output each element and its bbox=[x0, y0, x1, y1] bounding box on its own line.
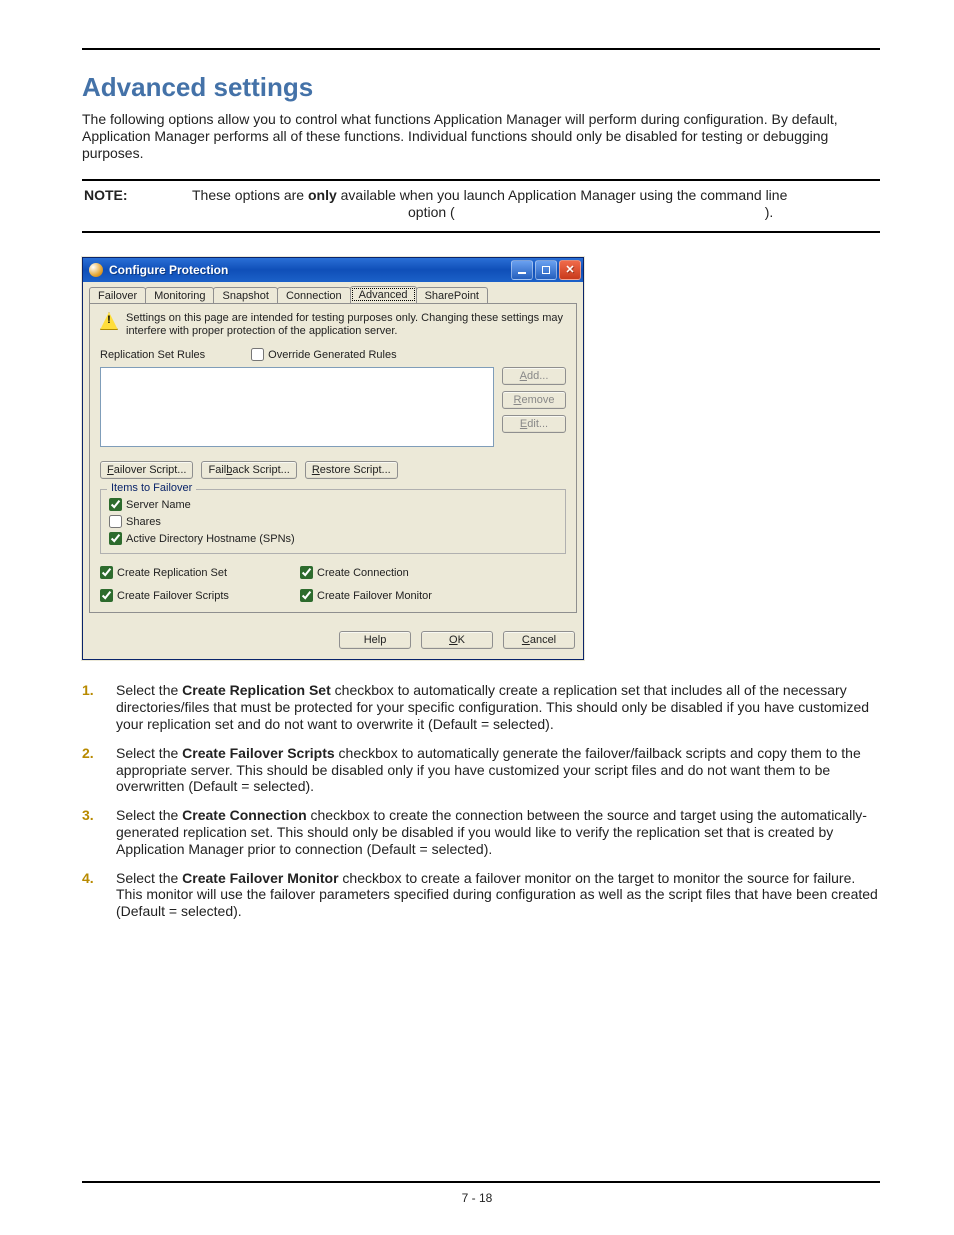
tab-failover[interactable]: Failover bbox=[89, 287, 146, 304]
create-failover-scripts-checkbox[interactable]: Create Failover Scripts bbox=[100, 589, 280, 602]
page-footer: 7 - 18 bbox=[0, 1181, 954, 1205]
tabstrip: Failover Monitoring Snapshot Connection … bbox=[83, 282, 583, 303]
override-rules-checkbox[interactable]: Override Generated Rules bbox=[251, 348, 396, 361]
step-2: Select the Create Failover Scripts check… bbox=[82, 745, 880, 795]
create-connection-checkbox[interactable]: Create Connection bbox=[300, 566, 566, 579]
server-name-input[interactable] bbox=[109, 498, 122, 511]
configure-protection-dialog: Configure Protection Failover Monitoring… bbox=[82, 257, 584, 660]
create-failover-monitor-checkbox[interactable]: Create Failover Monitor bbox=[300, 589, 566, 602]
rules-label: Replication Set Rules bbox=[100, 349, 205, 361]
instruction-list: Select the Create Replication Set checkb… bbox=[82, 682, 880, 920]
close-button[interactable] bbox=[559, 260, 581, 280]
tab-advanced[interactable]: Advanced bbox=[350, 286, 417, 303]
tab-snapshot[interactable]: Snapshot bbox=[213, 287, 277, 304]
ad-spn-checkbox[interactable]: Active Directory Hostname (SPNs) bbox=[109, 532, 557, 545]
create-failover-scripts-input[interactable] bbox=[100, 589, 113, 602]
create-replication-set-checkbox[interactable]: Create Replication Set bbox=[100, 566, 280, 579]
create-connection-input[interactable] bbox=[300, 566, 313, 579]
warning-text: Settings on this page are intended for t… bbox=[126, 312, 566, 338]
create-replication-set-input[interactable] bbox=[100, 566, 113, 579]
tab-connection[interactable]: Connection bbox=[277, 287, 351, 304]
minimize-button[interactable] bbox=[511, 260, 533, 280]
edit-button[interactable]: Edit... bbox=[502, 415, 566, 433]
tab-monitoring[interactable]: Monitoring bbox=[145, 287, 214, 304]
cancel-button[interactable]: Cancel bbox=[503, 631, 575, 649]
failover-script-button[interactable]: Failover Script... bbox=[100, 461, 193, 479]
step-4: Select the Create Failover Monitor check… bbox=[82, 870, 880, 920]
rules-listbox[interactable] bbox=[100, 367, 494, 447]
intro-paragraph: The following options allow you to contr… bbox=[82, 111, 880, 161]
add-button[interactable]: Add... bbox=[502, 367, 566, 385]
ok-button[interactable]: OK bbox=[421, 631, 493, 649]
restore-script-button[interactable]: Restore Script... bbox=[305, 461, 398, 479]
tab-sharepoint[interactable]: SharePoint bbox=[416, 287, 488, 304]
server-name-checkbox[interactable]: Server Name bbox=[109, 498, 557, 511]
ad-spn-input[interactable] bbox=[109, 532, 122, 545]
note-label: NOTE: bbox=[84, 187, 168, 221]
tab-panel: Settings on this page are intended for t… bbox=[89, 303, 577, 613]
maximize-button[interactable] bbox=[535, 260, 557, 280]
failback-script-button[interactable]: Failback Script... bbox=[201, 461, 296, 479]
page-title: Advanced settings bbox=[82, 72, 880, 103]
shares-input[interactable] bbox=[109, 515, 122, 528]
shares-checkbox[interactable]: Shares bbox=[109, 515, 557, 528]
remove-button[interactable]: Remove bbox=[502, 391, 566, 409]
step-1: Select the Create Replication Set checkb… bbox=[82, 682, 880, 732]
create-failover-monitor-input[interactable] bbox=[300, 589, 313, 602]
items-to-failover-group: Items to Failover Server Name Shares Act… bbox=[100, 489, 566, 554]
help-button[interactable]: Help bbox=[339, 631, 411, 649]
group-title: Items to Failover bbox=[107, 482, 196, 494]
note-body: These options are only available when yo… bbox=[192, 187, 878, 221]
warning-icon bbox=[100, 312, 118, 330]
step-3: Select the Create Connection checkbox to… bbox=[82, 807, 880, 857]
app-icon bbox=[89, 263, 103, 277]
note-box: NOTE: These options are only available w… bbox=[82, 179, 880, 233]
window-title: Configure Protection bbox=[109, 263, 505, 277]
titlebar[interactable]: Configure Protection bbox=[83, 258, 583, 282]
override-rules-input[interactable] bbox=[251, 348, 264, 361]
